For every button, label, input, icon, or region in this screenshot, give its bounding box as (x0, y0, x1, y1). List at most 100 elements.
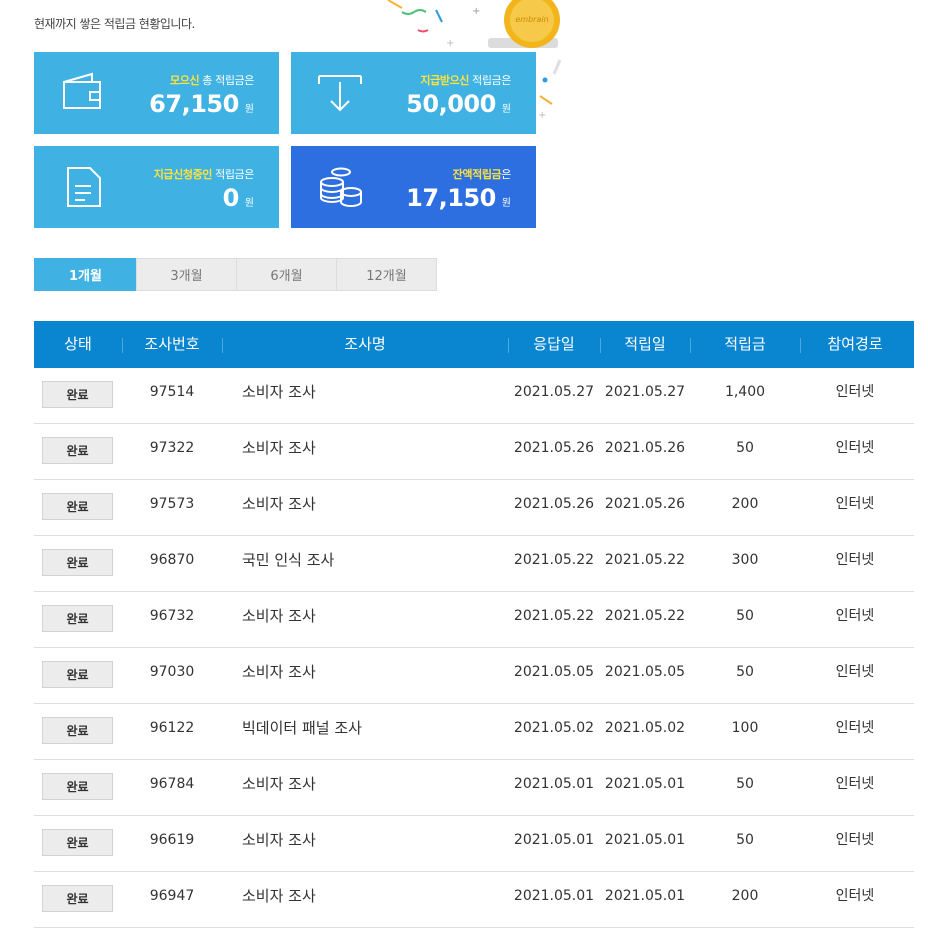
cell-amount: 100 (731, 720, 759, 736)
cell-channel: 인터넷 (835, 440, 875, 456)
cell-channel: 인터넷 (835, 888, 875, 904)
cell-response-date: 2021.05.01 (513, 776, 595, 792)
tab-1-month[interactable]: 1개월 (34, 258, 137, 291)
status-badge: 완료 (42, 605, 113, 632)
cell-earned-date: 2021.05.26 (604, 496, 686, 512)
download-icon (318, 75, 362, 112)
coins-icon (320, 167, 362, 208)
cell-response-date: 2021.05.05 (513, 664, 595, 680)
cell-earned-date: 2021.05.27 (604, 384, 686, 400)
header-survey-name: 조사명 (344, 335, 386, 353)
cell-response-date: 2021.05.01 (513, 832, 595, 848)
status-badge: 완료 (42, 773, 113, 800)
cell-amount: 50 (736, 776, 754, 792)
cell-channel: 인터넷 (835, 496, 875, 512)
cell-survey-name: 소비자 조사 (242, 775, 316, 793)
cell-survey-name: 소비자 조사 (242, 439, 316, 457)
card-label: 모으신 총 적립금은 (170, 74, 254, 87)
cell-response-date: 2021.05.26 (513, 496, 595, 512)
cell-amount: 50 (736, 440, 754, 456)
cell-survey-no: 96947 (149, 888, 195, 904)
cell-survey-no: 97573 (149, 496, 195, 512)
total-points-card: 모으신 총 적립금은 67,150 원 (34, 52, 279, 134)
cell-earned-date: 2021.05.01 (604, 832, 686, 848)
period-tabs: 1개월 3개월 6개월 12개월 (34, 258, 437, 291)
paid-points-card: 지급받으신 적립금은 50,000 원 (291, 52, 536, 134)
header-status: 상태 (64, 335, 92, 353)
card-amount: 0원 (222, 184, 254, 212)
cell-survey-no: 96122 (149, 720, 195, 736)
cell-channel: 인터넷 (835, 832, 875, 848)
pending-points-card: 지급신청중인 적립금은 0원 (34, 146, 279, 228)
cell-channel: 인터넷 (835, 776, 875, 792)
card-amount: 17,150 원 (406, 184, 511, 212)
cell-channel: 인터넷 (835, 720, 875, 736)
status-badge: 완료 (42, 885, 113, 912)
table-row: 완료 96784 소비자 조사 2021.05.01 2021.05.01 50 인터넷 (34, 760, 914, 816)
cell-earned-date: 2021.05.02 (604, 720, 686, 736)
cell-response-date: 2021.05.22 (513, 608, 595, 624)
cell-amount: 200 (731, 496, 759, 512)
intro-text: 현재까지 쌓은 적립금 현황입니다. (34, 17, 195, 31)
cell-amount: 50 (736, 664, 754, 680)
tab-12-months[interactable]: 12개월 (336, 258, 437, 291)
status-badge: 완료 (42, 549, 113, 576)
cell-survey-name: 소비자 조사 (242, 383, 316, 401)
cell-earned-date: 2021.05.05 (604, 664, 686, 680)
balance-points-card: 잔액적립금은 17,150 원 (291, 146, 536, 228)
header-earned-date: 적립일 (624, 335, 666, 353)
cell-survey-name: 소비자 조사 (242, 663, 316, 681)
cell-survey-name: 빅데이터 패널 조사 (242, 719, 362, 737)
table-row: 완료 97514 소비자 조사 2021.05.27 2021.05.27 1,400 인터… (34, 368, 914, 424)
table-row: 완료 96732 소비자 조사 2021.05.22 2021.05.22 50 인터넷 (34, 592, 914, 648)
table-header: 상태 조사번호 조사명 응답일 적립일 적립금 참여경로 (34, 321, 914, 368)
table-row: 완료 97030 소비자 조사 2021.05.05 2021.05.05 50 인터넷 (34, 648, 914, 704)
cell-channel: 인터넷 (835, 384, 875, 400)
header-channel: 참여경로 (827, 335, 883, 353)
cell-response-date: 2021.05.26 (513, 440, 595, 456)
cell-earned-date: 2021.05.22 (604, 608, 686, 624)
cell-survey-no: 96619 (149, 832, 195, 848)
table-row: 완료 96122 빅데이터 패널 조사 2021.05.02 2021.05.02 100… (34, 704, 914, 760)
header-response-date: 응답일 (533, 335, 575, 353)
cell-earned-date: 2021.05.26 (604, 440, 686, 456)
cell-survey-no: 97030 (149, 664, 195, 680)
cell-response-date: 2021.05.22 (513, 552, 595, 568)
cell-earned-date: 2021.05.01 (604, 888, 686, 904)
table-row: 완료 96947 소비자 조사 2021.05.01 2021.05.01 200 인터넷 (34, 872, 914, 928)
header-survey-no: 조사번호 (144, 335, 200, 353)
points-history-table: 상태 조사번호 조사명 응답일 적립일 적립금 참여경로 완료 97514 소비자 … (34, 321, 914, 928)
status-badge: 완료 (42, 717, 113, 744)
svg-text:+: + (538, 110, 546, 120)
table-row: 완료 96870 국민 인식 조사 2021.05.22 2021.05.22 300 인터… (34, 536, 914, 592)
svg-text:+: + (472, 6, 480, 17)
status-badge: 완료 (42, 661, 113, 688)
cell-survey-name: 소비자 조사 (242, 607, 316, 625)
cell-channel: 인터넷 (835, 664, 875, 680)
cell-amount: 1,400 (724, 384, 766, 400)
svg-text:+: + (446, 38, 454, 49)
cell-survey-no: 97514 (149, 384, 195, 400)
cell-response-date: 2021.05.27 (513, 384, 595, 400)
card-amount: 50,000 원 (406, 90, 511, 118)
status-badge: 완료 (42, 437, 113, 464)
card-label: 지급받으신 적립금은 (420, 74, 511, 87)
cell-channel: 인터넷 (835, 608, 875, 624)
status-badge: 완료 (42, 381, 113, 408)
cell-amount: 300 (731, 552, 759, 568)
cell-response-date: 2021.05.02 (513, 720, 595, 736)
status-badge: 완료 (42, 829, 113, 856)
document-icon (67, 167, 101, 207)
cell-survey-no: 96870 (149, 552, 195, 568)
cell-survey-name: 소비자 조사 (242, 495, 316, 513)
table-row: 완료 97573 소비자 조사 2021.05.26 2021.05.26 200 인터넷 (34, 480, 914, 536)
card-label: 잔액적립금은 (452, 168, 512, 181)
tab-3-months[interactable]: 3개월 (136, 258, 237, 291)
cell-response-date: 2021.05.01 (513, 888, 595, 904)
wallet-icon (63, 72, 101, 109)
svg-text:embrain: embrain (515, 15, 548, 24)
header-amount: 적립금 (724, 335, 766, 353)
tab-6-months[interactable]: 6개월 (236, 258, 337, 291)
cell-survey-name: 국민 인식 조사 (242, 551, 335, 569)
table-row: 완료 96619 소비자 조사 2021.05.01 2021.05.01 50 인터넷 (34, 816, 914, 872)
